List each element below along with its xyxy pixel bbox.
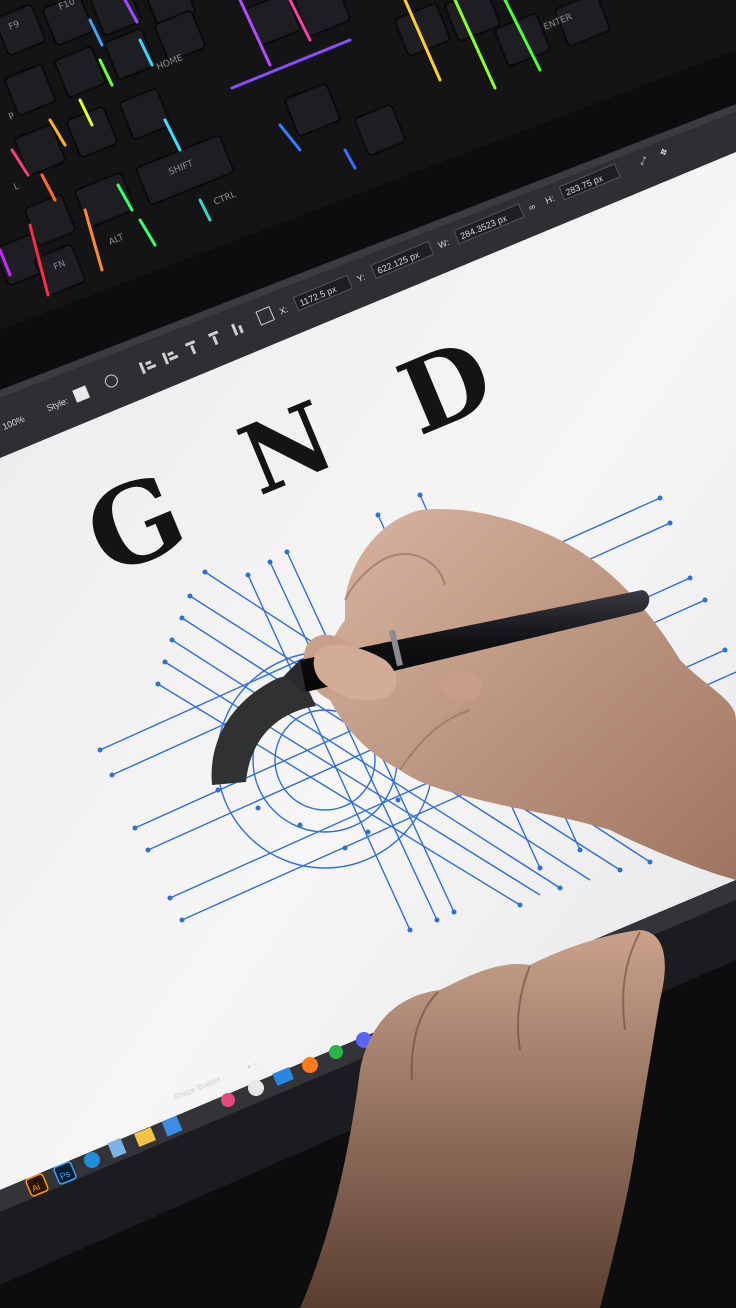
edge-icon[interactable] [84,1152,100,1168]
chrome-icon[interactable] [329,1045,343,1059]
firefox-icon[interactable] [302,1057,318,1073]
snip-icon[interactable] [221,1093,235,1107]
clock-icon[interactable] [248,1080,264,1096]
photo-scene: F9 F10 HOME SHIFT CTRL ALT FN ENTER P L … [0,0,736,1308]
